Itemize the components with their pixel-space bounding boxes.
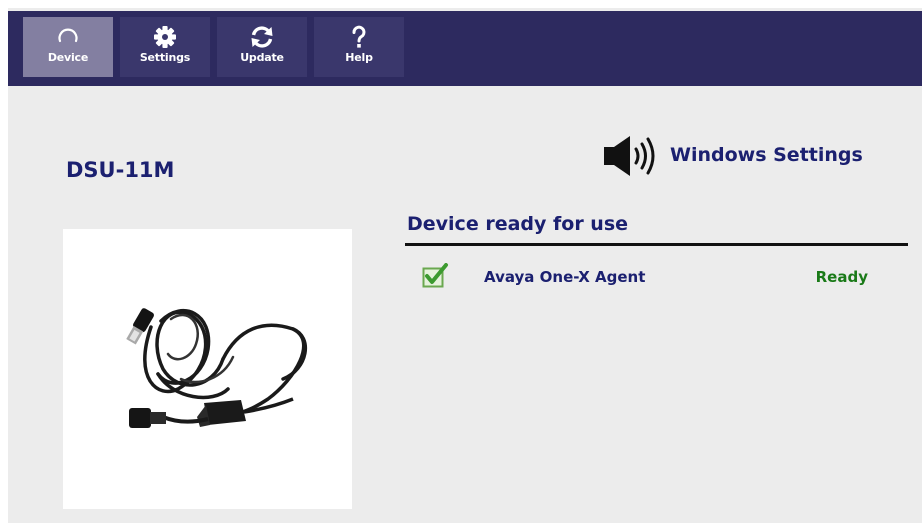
nav-help-label: Help — [345, 51, 373, 64]
nav-settings-button[interactable]: Settings — [120, 17, 210, 77]
top-nav-bar: Device Settings Update Help — [8, 11, 922, 86]
refresh-icon — [251, 26, 273, 48]
nav-settings-label: Settings — [139, 51, 191, 64]
nav-device-label: Device — [47, 51, 89, 64]
heading-divider — [405, 243, 908, 246]
speaker-icon — [604, 136, 655, 176]
device-photo — [63, 229, 352, 509]
app-status-row: Avaya One-X Agent Ready — [422, 263, 872, 289]
windows-settings-label: Windows Settings — [670, 144, 863, 166]
app-window: Device Settings Update Help DSU-11M Wind… — [8, 8, 922, 523]
app-name-label: Avaya One-X Agent — [484, 268, 646, 286]
nav-help-button[interactable]: Help — [314, 17, 404, 77]
app-status-label: Ready — [815, 268, 868, 286]
device-ready-heading: Device ready for use — [407, 213, 629, 235]
device-name-title: DSU-11M — [66, 158, 175, 182]
circle-arc-icon — [58, 28, 78, 43]
question-icon — [352, 25, 366, 48]
nav-update-label: Update — [240, 51, 284, 64]
usb-cable-image — [126, 308, 308, 428]
checkbox-checked-icon[interactable] — [422, 263, 449, 288]
nav-device-button[interactable]: Device — [23, 17, 113, 77]
nav-update-button[interactable]: Update — [217, 17, 307, 77]
gear-icon — [154, 26, 176, 48]
